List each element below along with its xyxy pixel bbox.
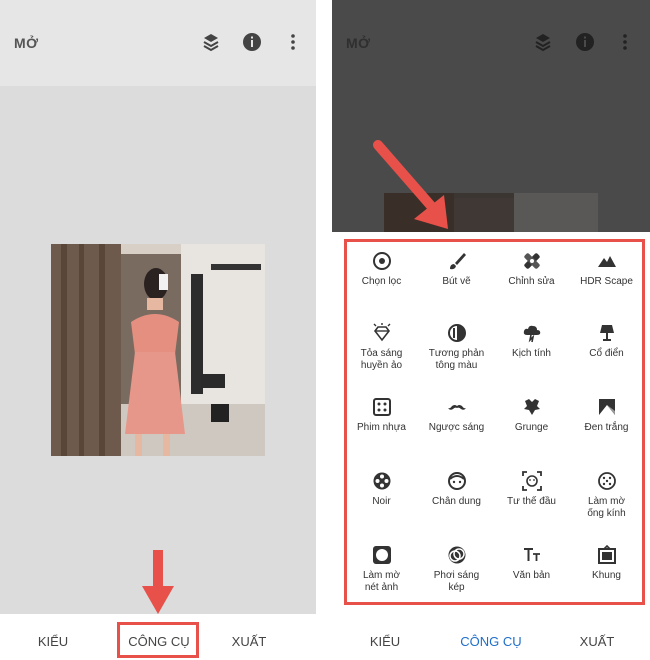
tab-export[interactable]: XUẤT <box>204 634 294 649</box>
top-app-bar: MỞ <box>0 0 316 86</box>
tools-panel-highlight <box>344 239 645 605</box>
more-vert-icon[interactable] <box>283 32 303 52</box>
down-arrow-icon <box>142 550 174 614</box>
info-icon[interactable] <box>575 32 595 52</box>
tab-export[interactable]: XUẤT <box>552 634 642 649</box>
top-app-bar-dimmed: MỞ <box>332 0 650 86</box>
left-screen: MỞ KIỂU CÔNG CỤ XUẤT <box>0 0 316 660</box>
edited-photo <box>51 244 265 456</box>
tab-styles[interactable]: KIỂU <box>8 634 98 649</box>
tools-tab-highlight <box>117 622 199 658</box>
tab-styles[interactable]: KIỂU <box>340 634 430 649</box>
tab-tools[interactable]: CÔNG CỤ <box>446 634 536 649</box>
diagonal-arrow-icon <box>373 140 448 229</box>
open-button[interactable]: MỞ <box>14 35 39 51</box>
info-icon[interactable] <box>242 32 262 52</box>
layers-undo-icon[interactable] <box>533 32 553 52</box>
open-button[interactable]: MỞ <box>346 35 371 51</box>
layers-undo-icon[interactable] <box>201 32 221 52</box>
more-vert-icon[interactable] <box>615 32 635 52</box>
right-screen: MỞ Chọn lọc Bút vẽ Chỉnh sửa HDR Scape T… <box>332 0 650 660</box>
